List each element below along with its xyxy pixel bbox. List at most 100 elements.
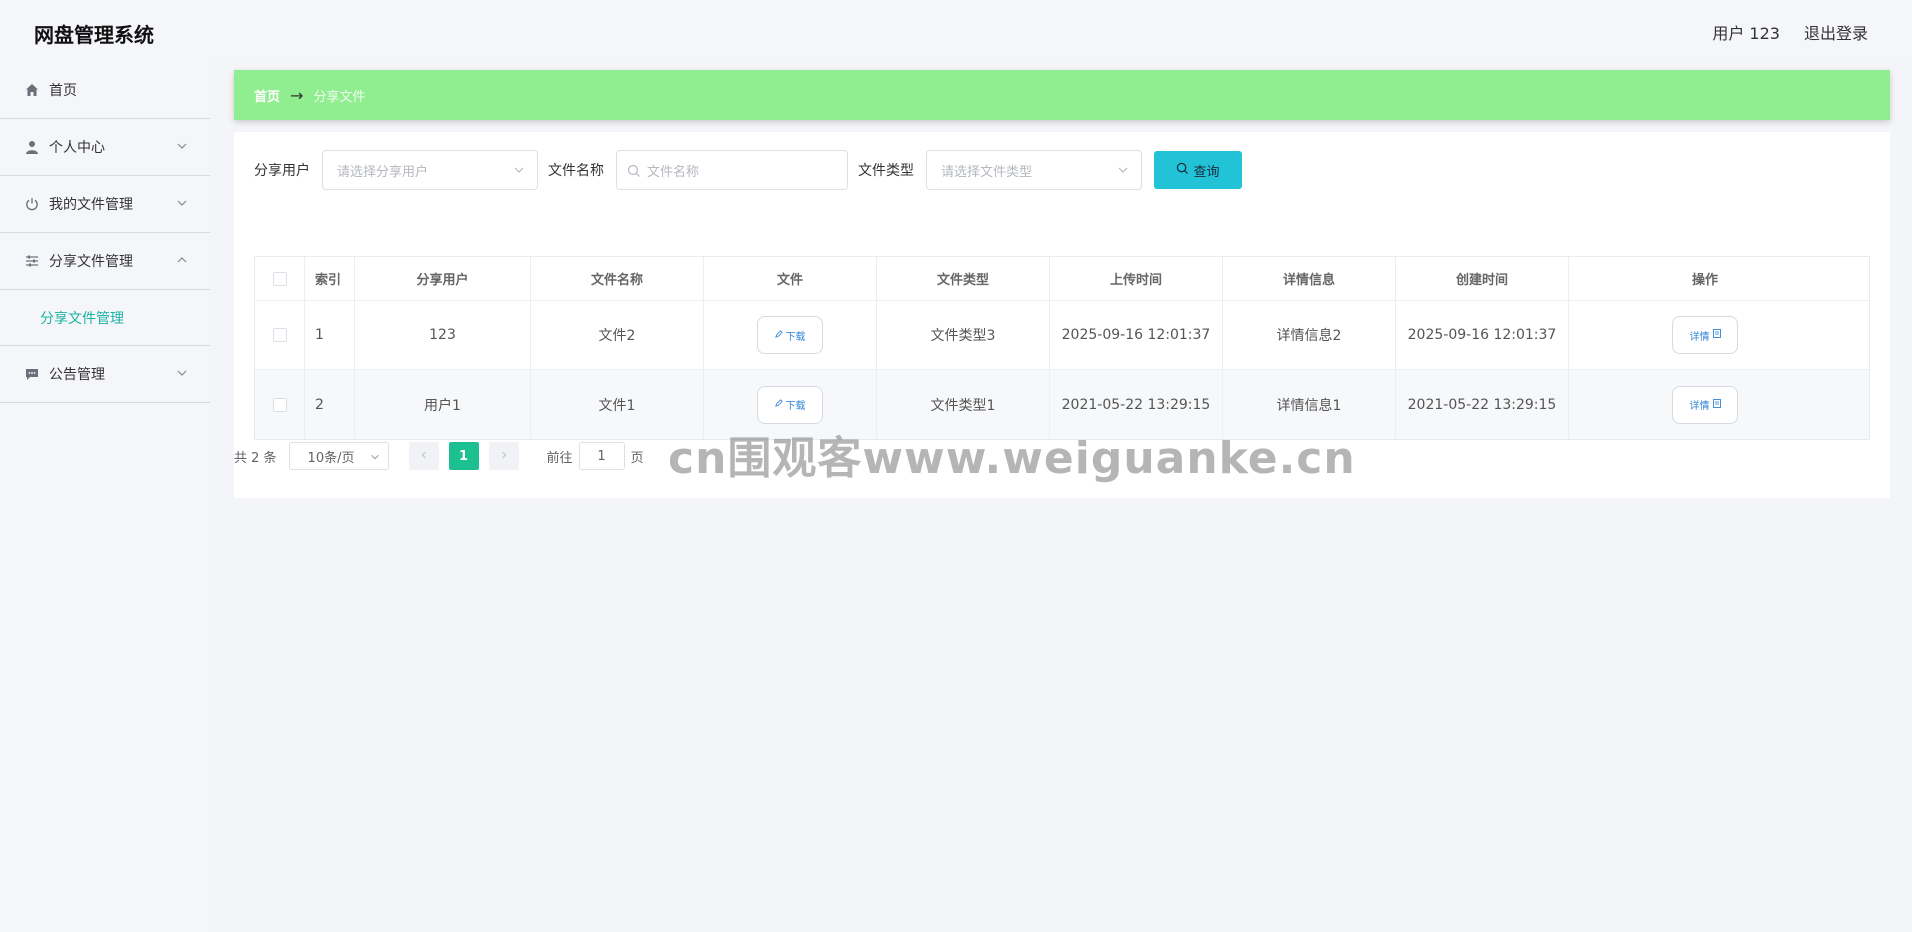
cell-file-name: 文件2 xyxy=(531,301,704,369)
file-type-placeholder: 请选择文件类型 xyxy=(941,164,1033,180)
chevron-down-icon xyxy=(513,164,525,176)
app-title: 网盘管理系统 xyxy=(34,23,154,47)
cell-share-user: 用户1 xyxy=(355,370,531,439)
sidebar-item-label: 分享文件管理 xyxy=(49,254,133,270)
goto-page-input[interactable]: 1 xyxy=(578,442,625,470)
download-button[interactable]: 下载 xyxy=(757,385,823,424)
download-label: 下载 xyxy=(785,331,806,343)
header-index: 索引 xyxy=(305,257,355,300)
row-select-cell xyxy=(255,370,305,439)
chevron-down-icon xyxy=(370,451,380,461)
file-name-input[interactable]: 文件名称 xyxy=(616,150,848,190)
breadcrumb-separator: → xyxy=(290,85,304,105)
sidebar: 首页 个人中心 我的文件管理 分享文件管理 分享文件管理 公告管理 xyxy=(0,62,210,932)
chevron-down-icon xyxy=(176,140,190,154)
edit-icon xyxy=(774,399,783,410)
query-button[interactable]: 查询 xyxy=(1154,151,1242,189)
share-user-select[interactable]: 请选择分享用户 xyxy=(322,150,538,190)
main-content: 首页 → 分享文件 分享用户 请选择分享用户 文件名称 文件名称 文件类型 请选… xyxy=(210,62,1912,932)
sidebar-item-home[interactable]: 首页 xyxy=(0,62,210,119)
sliders-icon xyxy=(24,253,40,269)
search-icon xyxy=(627,164,641,178)
file-type-select[interactable]: 请选择文件类型 xyxy=(926,150,1142,190)
header-upload-time: 上传时间 xyxy=(1050,257,1223,300)
search-bar: 分享用户 请选择分享用户 文件名称 文件名称 文件类型 请选择文件类型 查询 xyxy=(254,150,1242,190)
detail-button[interactable]: 详情 xyxy=(1672,316,1738,354)
pagination: 共 2 条 10条/页 1 前往 1 页 xyxy=(234,442,644,470)
cell-share-user: 123 xyxy=(355,301,531,369)
chevron-up-icon xyxy=(176,254,190,268)
header-create-time: 创建时间 xyxy=(1396,257,1569,300)
shared-files-table: 索引 分享用户 文件名称 文件 文件类型 上传时间 详情信息 创建时间 操作 1… xyxy=(254,256,1870,440)
chevron-left-icon xyxy=(419,449,429,464)
detail-button[interactable]: 详情 xyxy=(1672,385,1738,424)
row-select-cell xyxy=(255,301,305,369)
prev-page-button[interactable] xyxy=(408,442,439,470)
chevron-down-icon xyxy=(176,197,190,211)
share-user-placeholder: 请选择分享用户 xyxy=(337,164,429,180)
cell-index: 1 xyxy=(305,301,355,369)
chevron-right-icon xyxy=(499,449,509,464)
table-row: 1 123 文件2 下载 文件类型3 2025-09-16 12:01:37 详… xyxy=(255,301,1869,370)
page-size-value: 10条/页 xyxy=(307,450,355,466)
cell-actions: 详情 xyxy=(1569,301,1841,369)
header-file: 文件 xyxy=(704,257,877,300)
goto-suffix: 页 xyxy=(630,450,644,466)
next-page-button[interactable] xyxy=(488,442,519,470)
cell-file-type: 文件类型3 xyxy=(877,301,1050,369)
download-button[interactable]: 下载 xyxy=(757,316,823,354)
header-file-type: 文件类型 xyxy=(877,257,1050,300)
header-detail-info: 详情信息 xyxy=(1223,257,1396,300)
user-icon xyxy=(24,139,40,155)
page-number-current[interactable]: 1 xyxy=(448,442,479,470)
submenu-shared-file-management[interactable]: 分享文件管理 xyxy=(0,290,210,346)
select-all-cell xyxy=(255,257,305,300)
header-file-name: 文件名称 xyxy=(531,257,704,300)
sidebar-item-announcements[interactable]: 公告管理 xyxy=(0,346,210,403)
header-right: 用户 123 退出登录 xyxy=(1712,20,1868,44)
goto-page: 前往 1 页 xyxy=(547,442,644,470)
cell-actions: 详情 xyxy=(1569,370,1841,439)
document-icon xyxy=(1712,398,1721,411)
row-checkbox[interactable] xyxy=(272,328,287,342)
document-icon xyxy=(1712,329,1721,341)
current-user[interactable]: 用户 123 xyxy=(1712,20,1780,44)
breadcrumb-home[interactable]: 首页 xyxy=(254,86,280,105)
pagination-total: 共 2 条 xyxy=(234,450,277,466)
select-all-checkbox[interactable] xyxy=(272,271,287,286)
sidebar-item-shared-files[interactable]: 分享文件管理 xyxy=(0,233,210,290)
cell-create-time: 2025-09-16 12:01:37 xyxy=(1396,301,1569,369)
file-name-label: 文件名称 xyxy=(548,163,604,179)
home-icon xyxy=(24,82,40,98)
watermark: cn围观客www.weiguanke.cn xyxy=(668,433,1356,484)
goto-prefix: 前往 xyxy=(546,450,573,466)
chevron-down-icon xyxy=(1117,164,1129,176)
chat-icon xyxy=(24,366,40,382)
detail-label: 详情 xyxy=(1689,331,1710,343)
cell-index: 2 xyxy=(305,370,355,439)
cell-create-time: 2021-05-22 13:29:15 xyxy=(1396,370,1569,439)
breadcrumb-current: 分享文件 xyxy=(313,89,366,105)
download-label: 下载 xyxy=(785,401,806,412)
table-header-row: 索引 分享用户 文件名称 文件 文件类型 上传时间 详情信息 创建时间 操作 xyxy=(255,257,1869,301)
file-name-placeholder: 文件名称 xyxy=(647,164,700,180)
cell-upload-time: 2025-09-16 12:01:37 xyxy=(1050,301,1223,369)
detail-label: 详情 xyxy=(1689,401,1710,412)
header-actions: 操作 xyxy=(1691,273,1718,288)
sidebar-item-label: 公告管理 xyxy=(49,367,105,383)
top-header: 网盘管理系统 用户 123 退出登录 xyxy=(0,0,1912,62)
search-icon xyxy=(1176,162,1189,179)
sidebar-item-label: 我的文件管理 xyxy=(49,197,133,213)
share-user-label: 分享用户 xyxy=(254,163,310,179)
breadcrumb: 首页 → 分享文件 xyxy=(234,70,1890,120)
logout-button[interactable]: 退出登录 xyxy=(1804,20,1868,44)
cell-file: 下载 xyxy=(704,301,877,369)
sidebar-item-personal-center[interactable]: 个人中心 xyxy=(0,119,210,176)
chevron-down-icon xyxy=(176,367,190,381)
query-button-label: 查询 xyxy=(1193,164,1220,180)
row-checkbox[interactable] xyxy=(272,397,287,412)
power-icon xyxy=(24,196,40,212)
sidebar-item-label: 个人中心 xyxy=(49,140,105,156)
sidebar-item-my-files[interactable]: 我的文件管理 xyxy=(0,176,210,233)
page-size-select[interactable]: 10条/页 xyxy=(288,442,389,470)
